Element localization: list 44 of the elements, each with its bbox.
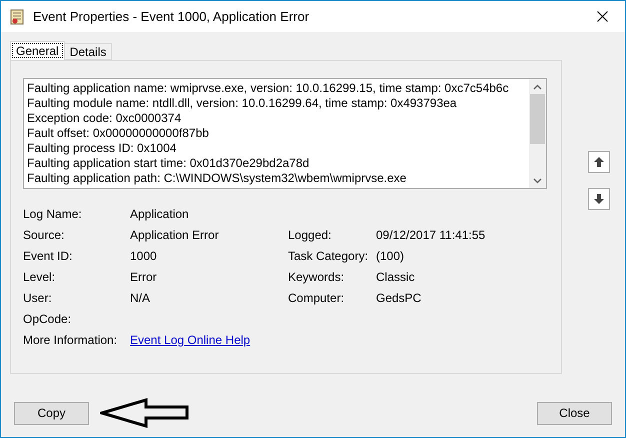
field-value: (100): [376, 249, 406, 264]
description-line: Faulting application name: wmiprvse.exe, version: 10.0.16299.15, time stamp: 0xc7c54b6c: [27, 81, 510, 96]
description-line: Exception code: 0xc0000374: [27, 111, 182, 126]
down-arrow-icon: [593, 193, 605, 205]
description-line: Faulting application start time: 0x01d370e29bd2a78d: [27, 156, 310, 171]
field-label: More Information:: [23, 333, 118, 348]
field-label: User:: [23, 291, 53, 306]
field-value: Application Error: [130, 228, 220, 243]
tab[interactable]: General: [10, 41, 65, 60]
field-label: Computer:: [288, 291, 346, 306]
description-line: Faulting module name: ntdll.dll, version: 10.0.16299.64, time stamp: 0x493793ea: [27, 96, 458, 111]
scroll-thumb[interactable]: [530, 94, 545, 144]
tab[interactable]: Details: [64, 43, 112, 60]
field-value: 1000: [130, 249, 158, 264]
field-label: Logged:: [288, 228, 332, 243]
previous-event-button[interactable]: [588, 151, 610, 173]
window-title: Event Properties - Event 1000, Application Error: [33, 9, 310, 24]
scroll-down-icon: [533, 178, 542, 184]
field-label: Task Category:: [288, 249, 370, 264]
description-line: Faulting application path: C:\WINDOWS\system32\wbem\wmiprvse.exe: [27, 171, 408, 186]
up-arrow-icon: [593, 156, 605, 168]
help-link[interactable]: Event Log Online Help: [130, 333, 376, 348]
field-label: Log Name:: [23, 207, 83, 222]
field-value: N/A: [130, 291, 152, 306]
description-box[interactable]: [23, 78, 547, 189]
field-value: Application: [130, 207, 190, 222]
field-value: Error: [130, 270, 158, 285]
field-value: 09/12/2017 11:41:55: [376, 228, 486, 243]
close-button[interactable]: Close: [537, 402, 612, 424]
scrollbar[interactable]: [529, 79, 546, 188]
description-line: Faulting process ID: 0x1004: [27, 141, 178, 156]
scroll-up-icon: [533, 84, 542, 90]
field-label: Keywords:: [288, 270, 346, 285]
field-value: GedsPC: [376, 291, 422, 306]
field-value: Classic: [376, 270, 416, 285]
field-label: Event ID:: [23, 249, 74, 264]
next-event-button[interactable]: [588, 188, 610, 210]
description-line: Fault offset: 0x00000000000f87bb: [27, 126, 210, 141]
event-log-icon: [9, 8, 25, 24]
close-icon: [596, 11, 608, 22]
field-label: Source:: [23, 228, 66, 243]
copy-button[interactable]: Copy: [14, 402, 89, 424]
field-label: OpCode:: [23, 312, 72, 327]
field-label: Level:: [23, 270, 56, 285]
